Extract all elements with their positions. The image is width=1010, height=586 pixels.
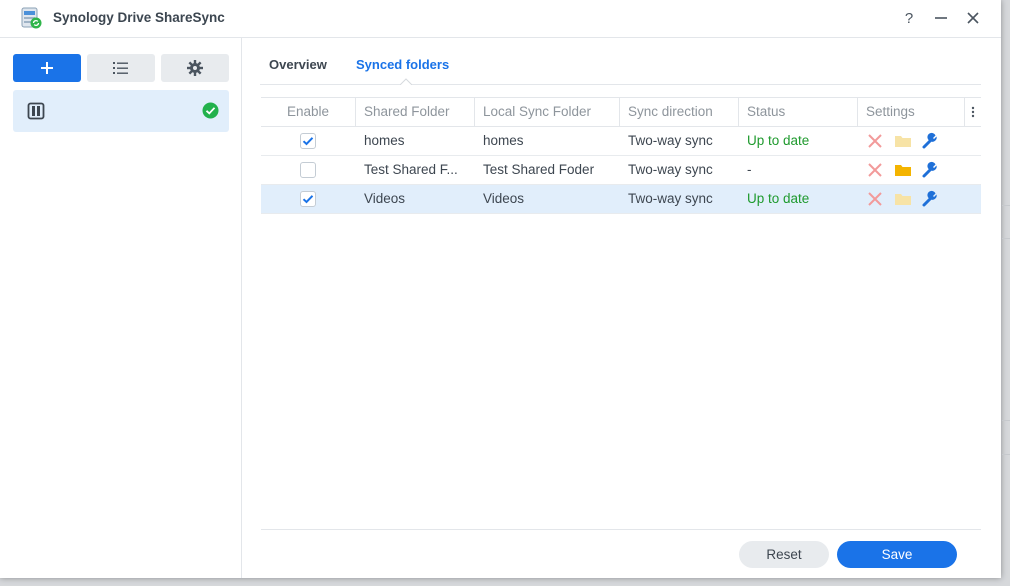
plus-icon: [41, 62, 53, 74]
background-window-edge: [1002, 238, 1010, 239]
local-folder-cell: Videos: [483, 191, 525, 206]
column-status[interactable]: Status: [739, 98, 858, 126]
settings-button[interactable]: [161, 54, 229, 82]
status-cell: Up to date: [747, 133, 810, 148]
add-button[interactable]: [13, 54, 81, 82]
main-panel: Overview Synced folders Enable Shared Fo…: [242, 38, 1001, 578]
window-title: Synology Drive ShareSync: [53, 10, 225, 25]
column-menu-button[interactable]: [965, 98, 981, 126]
sync-direction-cell: Two-way sync: [628, 162, 713, 177]
minimize-button[interactable]: [931, 8, 951, 28]
table-row[interactable]: Videos Videos Two-way sync Up to date: [261, 185, 981, 214]
sidebar-item-server[interactable]: [13, 90, 229, 132]
column-local-sync-folder[interactable]: Local Sync Folder: [475, 98, 620, 126]
check-circle-icon: [202, 102, 219, 119]
status-cell: Up to date: [747, 191, 810, 206]
shared-folder-cell: homes: [364, 133, 405, 148]
remove-x-icon[interactable]: [866, 161, 884, 179]
active-tab-indicator: [400, 78, 412, 85]
folder-icon[interactable]: [894, 190, 912, 208]
checkmark-icon: [302, 195, 314, 204]
sync-direction-cell: Two-way sync: [628, 133, 713, 148]
table-header: Enable Shared Folder Local Sync Folder S…: [261, 97, 981, 127]
nas-server-icon: [27, 102, 45, 120]
folder-icon[interactable]: [894, 132, 912, 150]
tab-bar: Overview Synced folders: [260, 38, 981, 85]
column-settings[interactable]: Settings: [858, 98, 965, 126]
synced-folders-table: Enable Shared Folder Local Sync Folder S…: [261, 97, 981, 214]
close-button[interactable]: [963, 8, 983, 28]
save-button[interactable]: Save: [837, 541, 957, 568]
shared-folder-cell: Videos: [364, 191, 406, 206]
footer-divider: [261, 529, 981, 530]
background-window-edge: [1002, 454, 1010, 455]
reset-button[interactable]: Reset: [739, 541, 829, 568]
sidebar: [0, 38, 242, 578]
checkmark-icon: [302, 137, 314, 146]
column-sync-direction[interactable]: Sync direction: [620, 98, 739, 126]
status-cell: -: [747, 162, 752, 177]
shared-folder-cell: Test Shared F...: [364, 162, 458, 177]
vertical-dots-icon: [971, 107, 975, 118]
column-enable[interactable]: Enable: [261, 98, 356, 126]
gear-icon: [187, 60, 203, 76]
remove-x-icon[interactable]: [866, 190, 884, 208]
tab-overview[interactable]: Overview: [269, 57, 327, 72]
sync-direction-cell: Two-way sync: [628, 191, 713, 206]
background-window-edge: [1002, 420, 1010, 421]
wrench-icon[interactable]: [921, 190, 939, 208]
help-button[interactable]: ?: [899, 8, 919, 28]
enable-checkbox[interactable]: [300, 133, 316, 149]
list-view-button[interactable]: [87, 54, 155, 82]
synology-drive-app-icon: [21, 7, 42, 29]
minimize-icon: [935, 17, 947, 19]
list-icon: [113, 62, 128, 74]
wrench-icon[interactable]: [921, 161, 939, 179]
tab-synced-folders[interactable]: Synced folders: [356, 57, 449, 72]
background-window-edge: [1002, 205, 1010, 206]
table-row[interactable]: homes homes Two-way sync Up to date: [261, 127, 981, 156]
close-icon: [967, 12, 979, 24]
table-row[interactable]: Test Shared F... Test Shared Foder Two-w…: [261, 156, 981, 185]
column-shared-folder[interactable]: Shared Folder: [356, 98, 475, 126]
wrench-icon[interactable]: [921, 132, 939, 150]
folder-icon[interactable]: [894, 161, 912, 179]
title-bar: Synology Drive ShareSync ?: [0, 0, 1001, 38]
local-folder-cell: Test Shared Foder: [483, 162, 595, 177]
remove-x-icon[interactable]: [866, 132, 884, 150]
local-folder-cell: homes: [483, 133, 524, 148]
enable-checkbox[interactable]: [300, 191, 316, 207]
sharesync-window: Synology Drive ShareSync ? Overview Sync…: [0, 0, 1001, 578]
enable-checkbox[interactable]: [300, 162, 316, 178]
